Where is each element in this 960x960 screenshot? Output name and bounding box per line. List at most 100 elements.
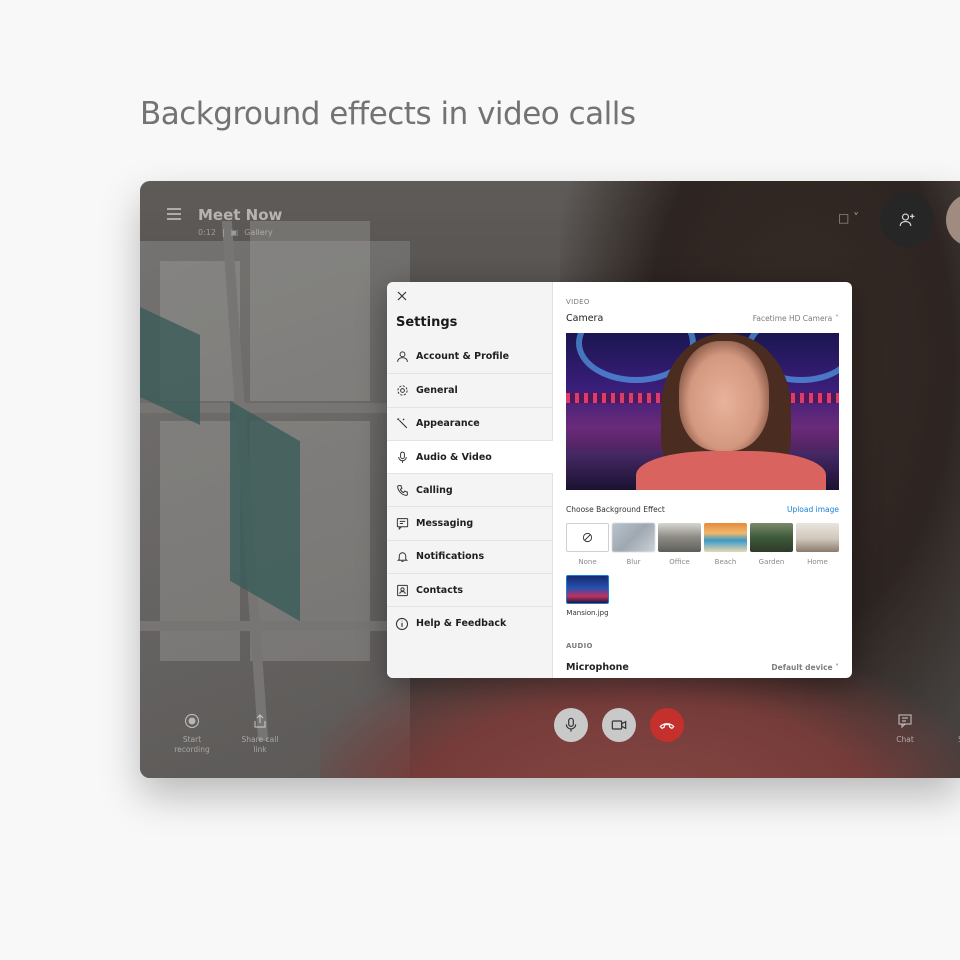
- person-icon: [395, 350, 409, 364]
- effect-option-custom[interactable]: Mansion.jpg: [566, 575, 609, 617]
- effect-caption: Blur: [626, 558, 641, 566]
- bell-icon: [395, 550, 409, 564]
- start-recording-label: Start recording: [174, 735, 210, 754]
- video-call-window: Meet Now 0:12 | ▣ Gallery □ ˅ Settings A…: [140, 181, 960, 778]
- settings-sidebar: Settings Account & Profile General Appea…: [387, 282, 553, 678]
- nav-item-label: Notifications: [416, 551, 485, 563]
- share-call-link-button[interactable]: Share call link: [240, 711, 280, 755]
- gear-icon: [395, 383, 409, 397]
- effect-option-none[interactable]: None: [566, 523, 609, 566]
- camera-row: Camera Facetime HD Camera ˅: [566, 313, 839, 324]
- nav-item-label: Messaging: [416, 518, 474, 530]
- video-camera-icon: [611, 720, 627, 730]
- call-title: Meet Now: [198, 206, 283, 224]
- chat-icon: [885, 711, 925, 731]
- screen-share-button[interactable]: Screen share: [951, 711, 960, 755]
- effect-caption: Office: [669, 558, 690, 566]
- share-call-link-label: Share call link: [241, 735, 279, 754]
- add-person-icon: [899, 213, 915, 227]
- nav-item-calling[interactable]: Calling: [387, 473, 553, 506]
- nav-item-label: Appearance: [416, 418, 480, 430]
- effect-thumbnail: [566, 523, 609, 552]
- chat-label: Chat: [896, 735, 914, 744]
- nav-item-label: Help & Feedback: [416, 618, 507, 630]
- effect-thumbnail: [750, 523, 793, 552]
- effect-option-home[interactable]: Home: [796, 523, 839, 566]
- camera-preview: [566, 333, 839, 490]
- nav-item-label: Calling: [416, 484, 453, 496]
- info-icon: [395, 617, 409, 631]
- call-controls: [554, 708, 684, 742]
- wand-icon: [395, 417, 409, 431]
- nav-item-label: Account & Profile: [416, 351, 510, 363]
- layout-toggle-icon[interactable]: □ ˅: [838, 211, 859, 225]
- no-effect-icon: [582, 532, 593, 543]
- bottom-right-controls: Chat Screen share: [885, 711, 960, 755]
- call-view-mode[interactable]: Gallery: [244, 228, 273, 237]
- microphone-row: Microphone Default device ˅: [566, 662, 839, 673]
- effect-option-blur[interactable]: Blur: [612, 523, 655, 566]
- divider: |: [221, 228, 225, 237]
- effect-thumbnail: [612, 523, 655, 552]
- effect-thumbnail: [658, 523, 701, 552]
- mute-microphone-button[interactable]: [554, 708, 588, 742]
- camera-select-value: Facetime HD Camera: [752, 314, 833, 323]
- page-headline: Background effects in video calls: [140, 96, 636, 132]
- nav-item-help-feedback[interactable]: Help & Feedback: [387, 606, 553, 639]
- nav-item-label: Contacts: [416, 584, 464, 596]
- share-icon: [240, 711, 280, 731]
- chat-button[interactable]: Chat: [885, 711, 925, 755]
- hamburger-menu-icon[interactable]: [167, 208, 181, 220]
- effect-thumbnail-selected: [566, 575, 609, 604]
- camera-select[interactable]: Facetime HD Camera ˅: [753, 314, 839, 323]
- chevron-down-icon: ˅: [835, 314, 839, 323]
- microphone-select[interactable]: Default device ˅: [771, 663, 839, 672]
- close-icon[interactable]: [396, 290, 408, 302]
- effect-caption: Garden: [758, 558, 785, 566]
- upload-image-link[interactable]: Upload image: [787, 505, 839, 514]
- preview-person: [636, 451, 826, 490]
- nav-item-general[interactable]: General: [387, 373, 553, 406]
- microphone-label: Microphone: [566, 662, 629, 673]
- microphone-select-value: Default device: [771, 663, 833, 672]
- nav-item-account-profile[interactable]: Account & Profile: [387, 340, 553, 373]
- settings-title: Settings: [396, 315, 458, 330]
- phone-icon: [395, 483, 409, 497]
- start-recording-button[interactable]: Start recording: [172, 711, 212, 755]
- call-duration: 0:12: [198, 228, 216, 237]
- nav-item-label: Audio & Video: [416, 451, 492, 463]
- effect-option-office[interactable]: Office: [658, 523, 701, 566]
- background-effect-header: Choose Background Effect Upload image: [566, 505, 839, 514]
- microphone-icon: [565, 717, 577, 732]
- nav-item-audio-video[interactable]: Audio & Video: [387, 439, 553, 474]
- effect-caption: Home: [807, 558, 828, 566]
- nav-item-messaging[interactable]: Messaging: [387, 506, 553, 539]
- gallery-view-icon: ▣: [230, 228, 239, 237]
- toggle-video-button[interactable]: [602, 708, 636, 742]
- settings-dialog: Settings Account & Profile General Appea…: [387, 282, 852, 678]
- effect-thumbnail: [704, 523, 747, 552]
- effect-caption: Beach: [714, 558, 737, 566]
- message-icon: [395, 517, 409, 531]
- settings-nav: Account & Profile General Appearance Aud…: [387, 340, 553, 640]
- nav-item-contacts[interactable]: Contacts: [387, 573, 553, 606]
- nav-item-label: General: [416, 384, 458, 396]
- screen-share-label: Screen share: [951, 735, 960, 755]
- add-participant-button[interactable]: [880, 193, 934, 247]
- effect-option-beach[interactable]: Beach: [704, 523, 747, 566]
- preview-person: [679, 341, 769, 451]
- video-section-label: VIDEO: [566, 298, 590, 306]
- nav-item-notifications[interactable]: Notifications: [387, 539, 553, 573]
- nav-item-appearance[interactable]: Appearance: [387, 406, 553, 440]
- effect-option-garden[interactable]: Garden: [750, 523, 793, 566]
- record-icon: [172, 711, 212, 731]
- effect-caption: Mansion.jpg: [566, 609, 609, 617]
- end-call-button[interactable]: [650, 708, 684, 742]
- call-meta: 0:12 | ▣ Gallery: [198, 228, 273, 237]
- hang-up-icon: [659, 723, 675, 730]
- settings-content: VIDEO Camera Facetime HD Camera ˅ Choose…: [553, 282, 852, 678]
- audio-section-label: AUDIO: [566, 642, 593, 650]
- effect-thumbnail: [796, 523, 839, 552]
- choose-effect-label: Choose Background Effect: [566, 505, 665, 514]
- screen-share-icon: [951, 711, 960, 731]
